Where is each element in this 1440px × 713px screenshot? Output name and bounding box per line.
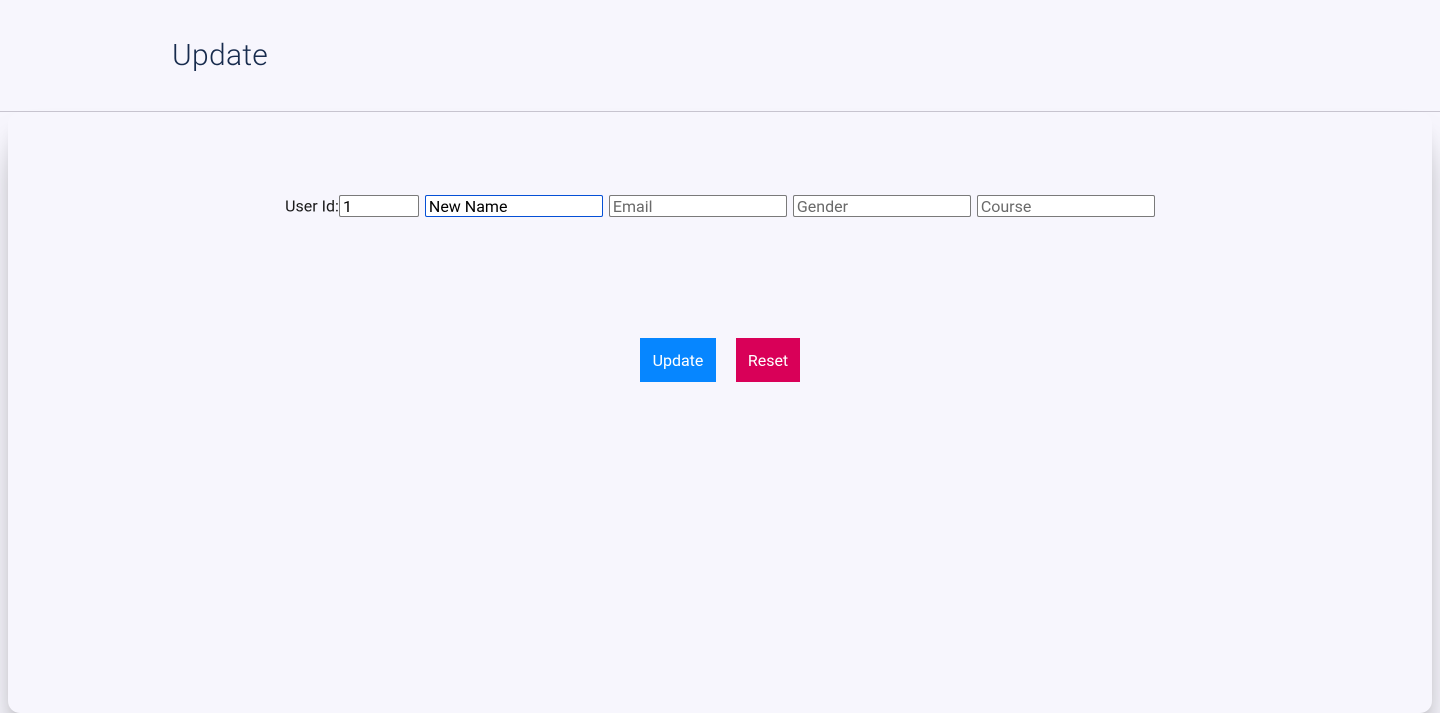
name-input[interactable]: [425, 195, 603, 217]
user-id-input[interactable]: [339, 195, 419, 217]
page-title: Update: [172, 38, 268, 73]
gender-input[interactable]: [793, 195, 971, 217]
page-header: Update: [0, 0, 1440, 112]
update-form-row: User Id:: [8, 195, 1432, 217]
update-button[interactable]: Update: [640, 338, 716, 382]
button-row: Update Reset: [8, 338, 1432, 382]
user-id-label: User Id:: [285, 197, 339, 216]
course-input[interactable]: [977, 195, 1155, 217]
reset-button[interactable]: Reset: [736, 338, 800, 382]
email-input[interactable]: [609, 195, 787, 217]
content-card: User Id: Update Reset: [8, 112, 1432, 713]
